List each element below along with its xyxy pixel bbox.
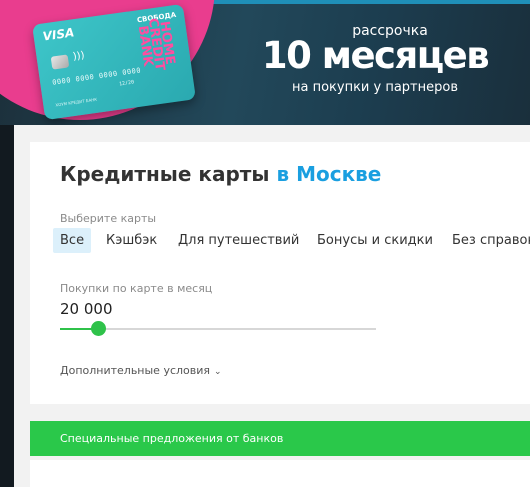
spend-slider-track[interactable] (60, 321, 376, 336)
promo-headline: 10 месяцев (261, 34, 490, 77)
card-bank-name: ХОУМ КРЕДИТ БАНК (55, 96, 98, 108)
special-offers-label: Специальные предложения от банков (60, 432, 284, 445)
filter-chip-bonuses[interactable]: Бонусы и скидки (317, 228, 433, 253)
credit-card-image: VISA СВОБОДА ))) 0000 0000 0000 0000 12/… (32, 3, 196, 121)
card-network-label: VISA (41, 25, 76, 44)
spend-amount-input[interactable]: 20 000 (60, 300, 113, 318)
additional-conditions-label: Дополнительные условия (60, 364, 211, 377)
spend-slider-thumb[interactable] (90, 321, 106, 336)
contactless-icon: ))) (72, 50, 86, 63)
page-title: Кредитные карты в Москве (60, 162, 381, 186)
page-title-city[interactable]: в Москве (276, 162, 381, 186)
card-chip-icon (50, 54, 70, 70)
filter-chip-all[interactable]: Все (53, 228, 92, 253)
additional-conditions-toggle[interactable]: Дополнительные условия ⌄ (60, 364, 222, 377)
filter-chip-no-docs[interactable]: Без справок (452, 228, 530, 253)
card-expiry: 12/20 (118, 79, 135, 88)
special-offers-bar: Специальные предложения от банков (30, 421, 530, 456)
chevron-down-icon: ⌄ (214, 367, 222, 377)
spend-label: Покупки по карте в месяц (60, 282, 213, 295)
card-stacked-logo: HOME CREDIT BANK (134, 17, 178, 72)
filter-chip-travel[interactable]: Для путешествий (178, 228, 299, 253)
filters-label: Выберите карты (60, 212, 157, 225)
filter-panel: Кредитные карты в Москве Выберите карты … (30, 142, 530, 404)
promo-subtitle: на покупки у партнеров (291, 80, 458, 95)
page-title-text: Кредитные карты (60, 162, 270, 186)
offers-panel (30, 460, 530, 487)
filter-chip-cashback[interactable]: Кэшбэк (106, 228, 157, 253)
promo-banner[interactable]: VISA СВОБОДА ))) 0000 0000 0000 0000 12/… (0, 0, 530, 125)
